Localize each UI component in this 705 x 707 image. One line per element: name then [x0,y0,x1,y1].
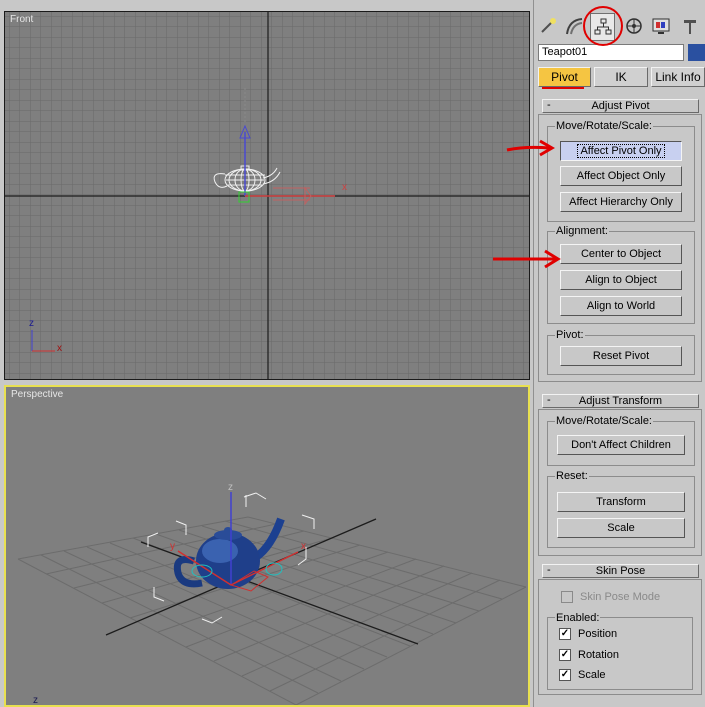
hierarchy-tab-circle [583,6,623,46]
red-annotations [493,6,623,269]
arrow-affect-pivot-shaft [506,145,551,152]
front-viewport-label[interactable]: Front [10,14,33,25]
perspective-viewport-label[interactable]: Perspective [11,389,63,400]
